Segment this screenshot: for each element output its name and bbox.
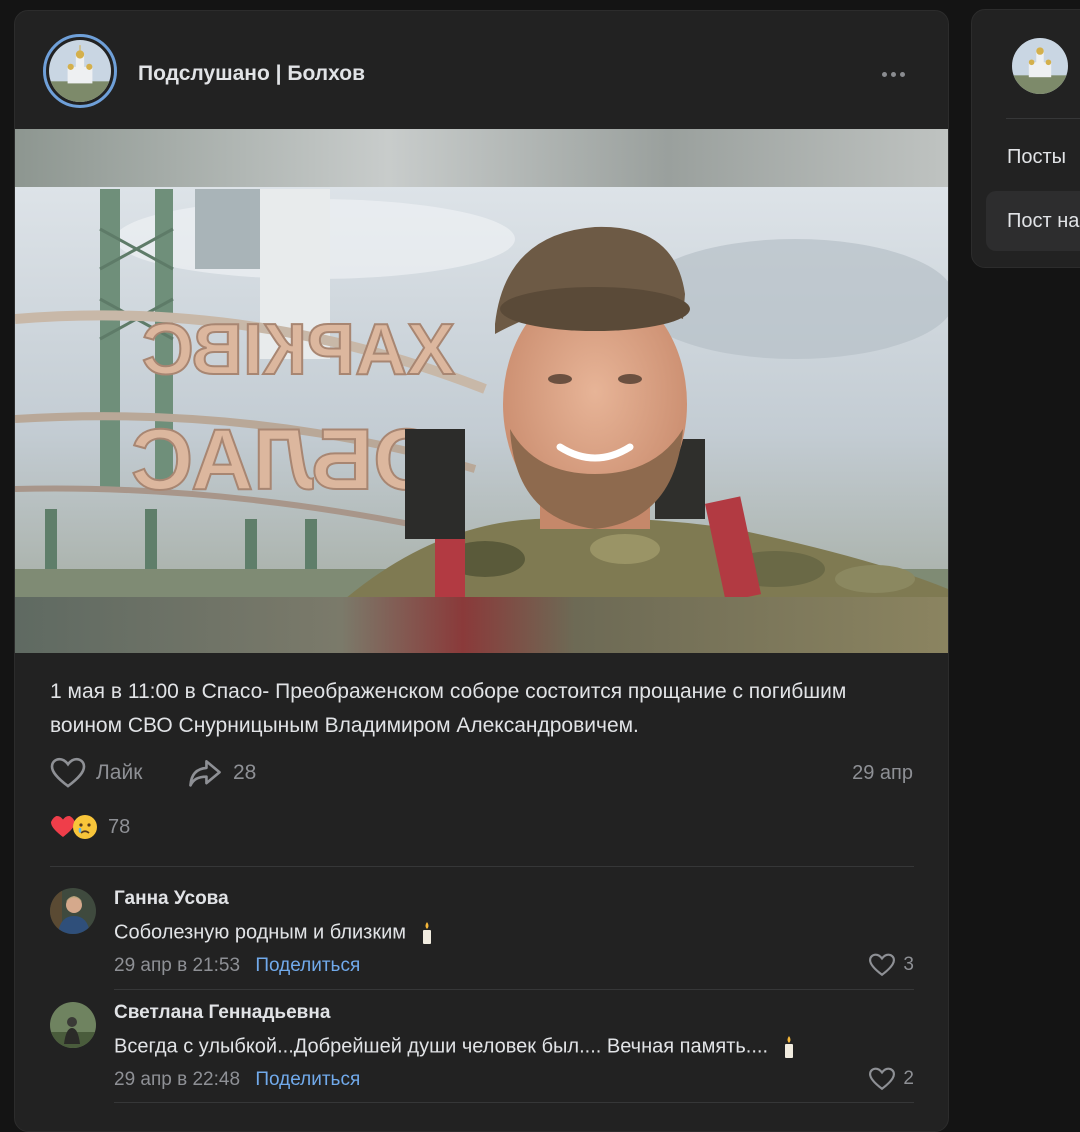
comment-like-button[interactable]: 3 bbox=[869, 953, 914, 977]
post-card: Подслушано | Болхов ХАРКІВС ОБЛАС 1 мая … bbox=[14, 10, 949, 1132]
post-header: Подслушано | Болхов bbox=[15, 11, 948, 129]
comment-divider bbox=[114, 989, 914, 990]
sidebar-group-avatar[interactable] bbox=[1012, 38, 1068, 94]
post-date[interactable]: 29 апр bbox=[852, 762, 913, 785]
comment-share-link[interactable]: Поделиться bbox=[255, 1069, 360, 1090]
sidebar-card: Посты Пост на bbox=[971, 9, 1080, 268]
more-dot bbox=[881, 71, 887, 77]
post-text: 1 мая в 11:00 в Спасо- Преображенском со… bbox=[50, 680, 847, 737]
sidebar-divider bbox=[1006, 118, 1080, 119]
candle-icon bbox=[784, 1036, 793, 1058]
heart-icon bbox=[869, 1067, 896, 1091]
sign-text-lower: ОБЛАС bbox=[131, 412, 440, 508]
comment-author[interactable]: Светлана Геннадьевна bbox=[114, 1002, 330, 1024]
reactions-summary[interactable]: 78 bbox=[50, 814, 130, 840]
comment-like-button[interactable]: 2 bbox=[869, 1067, 914, 1091]
heart-icon bbox=[50, 757, 86, 788]
comment-text: Соболезную родным и близким bbox=[114, 921, 434, 945]
more-dot bbox=[899, 71, 905, 77]
comment-avatar[interactable] bbox=[50, 888, 96, 934]
like-label: Лайк bbox=[96, 761, 143, 784]
sidebar-item-post[interactable]: Пост на bbox=[986, 191, 1080, 251]
comment-author[interactable]: Ганна Усова bbox=[114, 888, 229, 910]
comment-avatar-image bbox=[50, 888, 96, 934]
more-dot bbox=[890, 71, 896, 77]
like-button[interactable]: Лайк bbox=[50, 757, 142, 789]
candle-icon bbox=[422, 922, 431, 944]
comment-date[interactable]: 29 апр в 21:53 bbox=[114, 955, 240, 976]
comment-meta: 29 апр в 22:48 Поделиться bbox=[114, 1069, 360, 1091]
post-photo[interactable]: ХАРКІВС ОБЛАС bbox=[15, 129, 948, 653]
comment: Светлана Геннадьевна Всегда с улыбкой...… bbox=[50, 1002, 914, 1102]
comments-divider bbox=[50, 866, 914, 867]
reactions-count: 78 bbox=[108, 815, 131, 838]
comment-avatar[interactable] bbox=[50, 1002, 96, 1048]
crying-reaction-emoji bbox=[73, 815, 97, 839]
comment-avatar-image bbox=[50, 1002, 96, 1048]
comment: Ганна Усова Соболезную родным и близким … bbox=[50, 888, 914, 988]
sidebar-item-posts[interactable]: Посты bbox=[1007, 146, 1066, 169]
group-avatar[interactable] bbox=[43, 34, 117, 108]
photo-image: ХАРКІВС ОБЛАС bbox=[15, 129, 948, 653]
comment-divider bbox=[114, 1102, 914, 1103]
comment-like-count: 2 bbox=[903, 1068, 914, 1089]
comment-text-content: Всегда с улыбкой...Добрейшей души челове… bbox=[114, 1035, 768, 1058]
group-name[interactable]: Подслушано | Болхов bbox=[138, 62, 365, 86]
share-count: 28 bbox=[233, 761, 257, 784]
more-icon[interactable] bbox=[873, 61, 913, 87]
share-button[interactable]: 28 bbox=[187, 757, 256, 789]
comment-share-link[interactable]: Поделиться bbox=[255, 955, 360, 976]
comment-text: Всегда с улыбкой...Добрейшей души челове… bbox=[114, 1035, 796, 1059]
comment-date[interactable]: 29 апр в 22:48 bbox=[114, 1069, 240, 1090]
comment-like-count: 3 bbox=[903, 954, 914, 975]
heart-icon bbox=[869, 953, 896, 977]
group-avatar-image bbox=[49, 40, 111, 102]
sign-text-upper: ХАРКІВС bbox=[142, 310, 455, 390]
comment-meta: 29 апр в 21:53 Поделиться bbox=[114, 955, 360, 977]
comment-text-content: Соболезную родным и близким bbox=[114, 921, 407, 944]
share-arrow-icon bbox=[189, 760, 221, 787]
sidebar-avatar-image bbox=[1012, 38, 1068, 94]
sidebar-item-post-label: Пост на bbox=[1007, 210, 1080, 232]
